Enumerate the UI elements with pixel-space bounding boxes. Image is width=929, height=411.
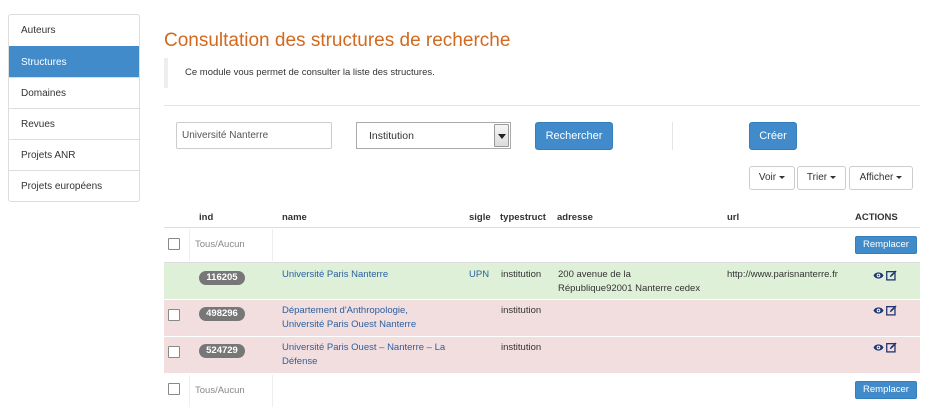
structures-table: ind name sigle typestruct adresse url AC… (164, 203, 920, 408)
sidebar-item-projets-anr[interactable]: Projets ANR (9, 139, 139, 170)
ind-badge: 524729 (199, 344, 245, 358)
row-checkbox[interactable] (168, 309, 180, 321)
sidebar-item-structures[interactable]: Structures (9, 46, 139, 77)
divider (164, 105, 920, 106)
select-arrow-button[interactable] (494, 124, 509, 147)
typestruct-cell: institution (501, 269, 542, 280)
replace-button[interactable]: Remplacer (855, 381, 917, 399)
select-all-checkbox[interactable] (168, 383, 180, 395)
ind-badge: 116205 (199, 271, 245, 285)
select-all-row-top: Tous/Aucun Remplacer (164, 228, 920, 263)
caret-down-icon (896, 175, 903, 179)
eye-icon[interactable] (873, 342, 884, 353)
typestruct-cell: institution (501, 342, 542, 353)
edit-icon[interactable] (886, 305, 897, 316)
table-header: ind name sigle typestruct adresse url AC… (164, 203, 920, 228)
caret-down-icon (830, 175, 837, 179)
table-row: 498296 Département d'Anthropologie, Univ… (164, 300, 920, 337)
url-cell[interactable]: http://www.parisnanterre.fr (727, 268, 838, 282)
sidebar-nav: Auteurs Structures Domaines Revues Proje… (8, 14, 140, 202)
col-header-sigle[interactable]: sigle (469, 212, 491, 223)
edit-icon[interactable] (886, 342, 897, 353)
col-header-ind[interactable]: ind (199, 212, 213, 223)
afficher-label: Afficher (859, 172, 894, 183)
adresse-line-2: République92001 Nanterre cedex (558, 283, 701, 294)
col-header-typestruct[interactable]: typestruct (500, 212, 546, 223)
ind-badge: 498296 (199, 307, 245, 321)
voir-label: Voir (758, 172, 777, 183)
structure-name-line-1[interactable]: Département d'Anthropologie, (282, 304, 408, 318)
toolbar-separator (672, 122, 673, 150)
caret-down-icon (779, 175, 786, 179)
edit-icon[interactable] (886, 270, 897, 281)
eye-icon[interactable] (873, 270, 884, 281)
intro-text: Ce module vous permet de consulter la li… (164, 58, 564, 88)
afficher-dropdown[interactable]: Afficher (849, 166, 913, 190)
select-all-row-bottom: Tous/Aucun Remplacer (164, 374, 920, 408)
toggle-all-label: Tous/Aucun (189, 375, 273, 407)
col-header-actions: ACTIONS (855, 212, 898, 223)
col-header-name[interactable]: name (282, 212, 307, 223)
row-checkbox[interactable] (168, 346, 180, 358)
table-row: 116205 Université Paris Nanterre UPN ins… (164, 263, 920, 300)
search-button[interactable]: Rechercher (535, 122, 613, 150)
search-input[interactable] (176, 122, 332, 149)
type-select-value: Institution (369, 130, 414, 142)
eye-icon[interactable] (873, 305, 884, 316)
triangle-down-icon (498, 134, 506, 139)
col-header-url[interactable]: url (727, 212, 739, 223)
select-all-checkbox[interactable] (168, 238, 180, 250)
toggle-all-label: Tous/Aucun (189, 229, 273, 261)
sidebar-item-projets-europeens[interactable]: Projets européens (9, 170, 139, 201)
type-select[interactable]: Institution (356, 122, 511, 149)
create-button[interactable]: Créer (749, 122, 797, 150)
adresse-line-1: 200 avenue de la (558, 269, 631, 280)
sigle-cell: UPN (469, 269, 490, 280)
replace-button[interactable]: Remplacer (855, 236, 917, 254)
sidebar-item-auteurs[interactable]: Auteurs (9, 15, 139, 46)
structure-name-link[interactable]: Université Paris Nanterre (282, 268, 388, 282)
trier-label: Trier (806, 172, 828, 183)
structure-name-line-1[interactable]: Université Paris Ouest – Nanterre – La (282, 341, 445, 355)
voir-dropdown[interactable]: Voir (749, 166, 795, 190)
trier-dropdown[interactable]: Trier (797, 166, 846, 190)
col-header-adresse[interactable]: adresse (557, 212, 593, 223)
structure-name-line-2[interactable]: Université Paris Ouest Nanterre (282, 318, 416, 332)
sidebar-item-revues[interactable]: Revues (9, 108, 139, 139)
typestruct-cell: institution (501, 305, 542, 316)
page-title: Consultation des structures de recherche (164, 30, 511, 51)
table-row: 524729 Université Paris Ouest – Nanterre… (164, 337, 920, 374)
sidebar-item-domaines[interactable]: Domaines (9, 77, 139, 108)
structure-name-line-2[interactable]: Défense (282, 355, 317, 369)
